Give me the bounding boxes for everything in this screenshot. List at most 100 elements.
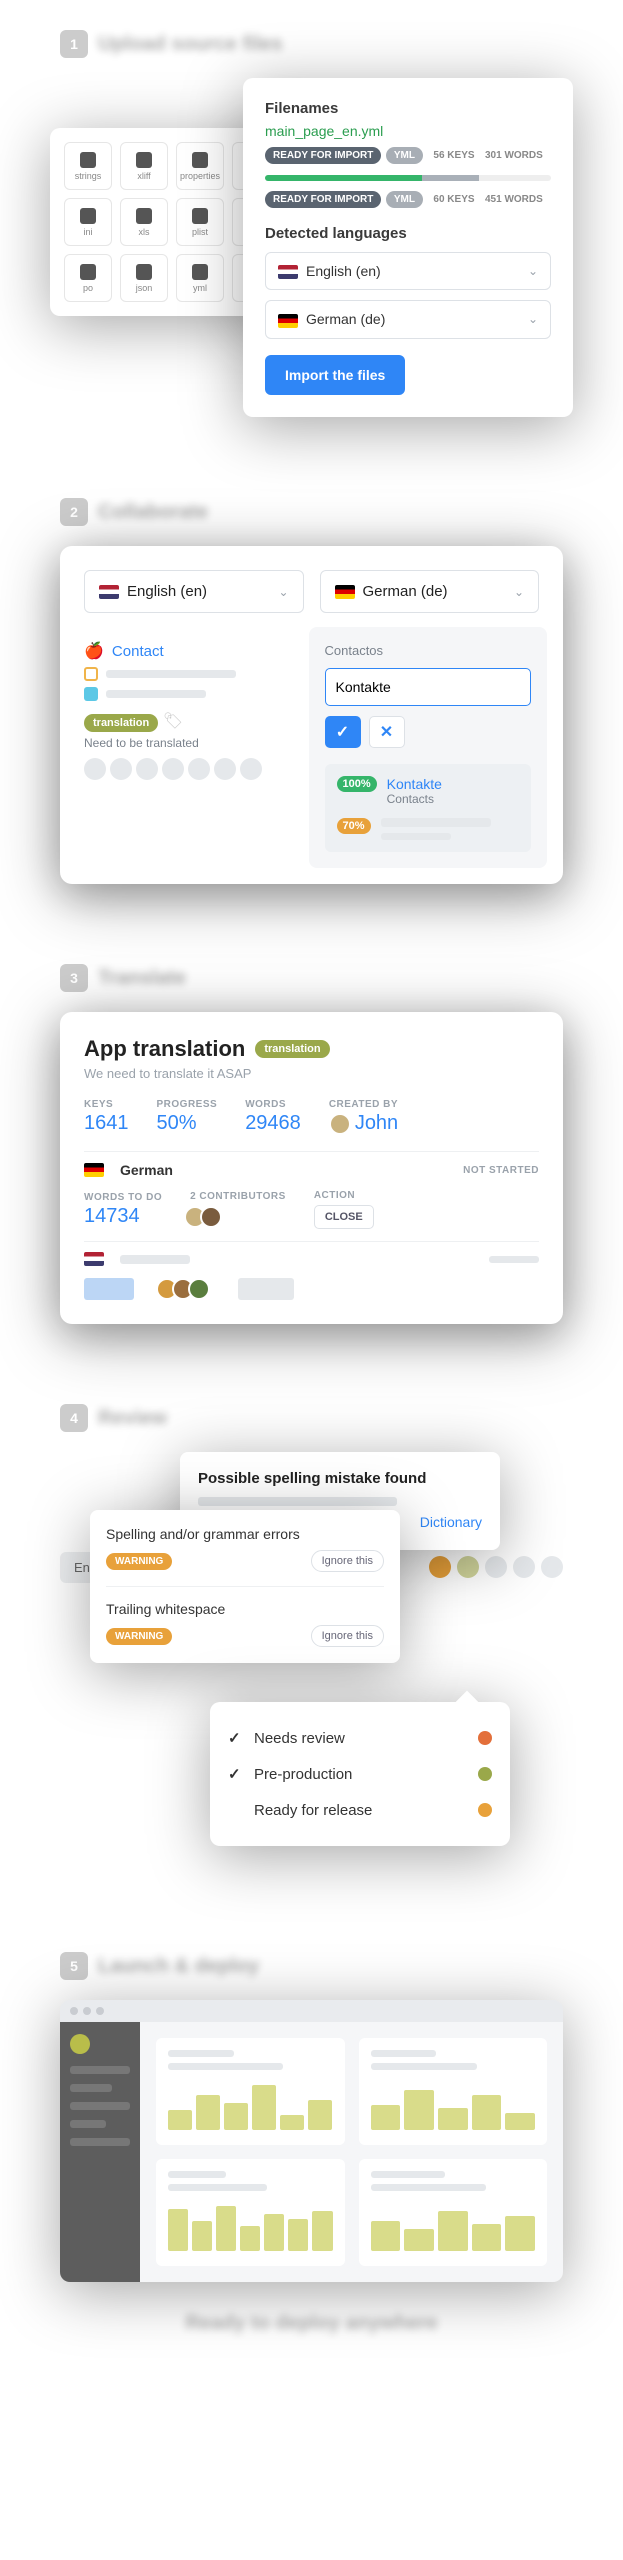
import-button[interactable]: Import the files <box>265 355 405 395</box>
words-count: 451 WORDS <box>485 194 543 205</box>
browser-sidebar <box>60 2022 140 2282</box>
suggestion-panel: 100% Kontakte Contacts 70% <box>325 764 532 852</box>
tool-icon[interactable] <box>240 758 262 780</box>
key-name[interactable]: Contact <box>112 643 164 660</box>
language-select-en[interactable]: English (en) ⌄ <box>265 252 551 290</box>
target-language-select[interactable]: German (de) ⌄ <box>320 570 540 613</box>
step-2-title: Collaborate <box>98 501 208 524</box>
popup-title: Possible spelling mistake found <box>198 1470 482 1487</box>
warning-text: Spelling and/or grammar errors <box>106 1526 384 1542</box>
ready-pill: READY FOR IMPORT <box>265 147 381 164</box>
status-dot-icon <box>478 1731 492 1745</box>
status-icon[interactable] <box>457 1556 479 1578</box>
stat-value: 50% <box>157 1112 218 1135</box>
words-count: 301 WORDS <box>485 150 543 161</box>
avatar <box>200 1206 222 1228</box>
step-3-number: 3 <box>60 964 88 992</box>
tool-icon[interactable] <box>188 758 210 780</box>
stat-label: ACTION <box>314 1190 374 1201</box>
flag-us-icon <box>278 265 298 279</box>
box-icon <box>84 667 98 681</box>
format-cell: properties <box>176 142 224 190</box>
status-label: NOT STARTED <box>463 1165 539 1176</box>
warning-badge: WARNING <box>106 1628 172 1645</box>
stat-label: KEYS <box>84 1099 129 1110</box>
format-cell: ini <box>64 198 112 246</box>
warning-text: Trailing whitespace <box>106 1601 384 1617</box>
review-option[interactable]: ✓Ready for release <box>228 1792 492 1828</box>
confirm-button[interactable]: ✓ <box>325 716 361 748</box>
format-cell: po <box>64 254 112 302</box>
keys-count: 56 KEYS <box>433 150 474 161</box>
step-3-title: Translate <box>98 967 186 990</box>
tool-icon[interactable] <box>110 758 132 780</box>
dictionary-link[interactable]: Dictionary <box>420 1514 482 1530</box>
source-text: Contactos <box>325 643 532 658</box>
translation-tag: translation <box>84 714 158 732</box>
task-title: App translation <box>84 1036 245 1062</box>
status-dot-icon <box>478 1803 492 1817</box>
format-cell: json <box>120 254 168 302</box>
keys-count: 60 KEYS <box>433 194 474 205</box>
editor-card: English (en) ⌄ German (de) ⌄ 🍎 Contact tr… <box>60 546 563 884</box>
check-icon: ✓ <box>228 1765 244 1783</box>
step-5-title: Launch & deploy <box>98 1955 259 1978</box>
flag-de-icon <box>335 585 355 599</box>
chevron-down-icon: ⌄ <box>514 585 524 599</box>
suggestion-text[interactable]: Kontakte <box>387 776 442 792</box>
tool-icon[interactable] <box>136 758 158 780</box>
filenames-heading: Filenames <box>265 100 551 117</box>
dashboard-card <box>359 2159 548 2266</box>
step-1-number: 1 <box>60 30 88 58</box>
stat-label: 2 CONTRIBUTORS <box>190 1191 286 1202</box>
browser-mock <box>60 2000 563 2282</box>
status-icon[interactable] <box>541 1556 563 1578</box>
cancel-button[interactable]: ✕ <box>369 716 405 748</box>
tool-icon[interactable] <box>84 758 106 780</box>
progress-bar <box>265 175 551 181</box>
ignore-button[interactable]: Ignore this <box>311 1550 384 1572</box>
detected-heading: Detected languages <box>265 225 551 242</box>
format-pill: YML <box>386 191 423 208</box>
status-dot-icon <box>478 1767 492 1781</box>
tool-icon[interactable] <box>214 758 236 780</box>
import-card: Filenames main_page_en.yml READY FOR IMP… <box>243 78 573 417</box>
review-option[interactable]: ✓Pre-production <box>228 1756 492 1792</box>
stat-label: PROGRESS <box>157 1099 218 1110</box>
format-pill: YML <box>386 147 423 164</box>
close-button[interactable]: CLOSE <box>314 1205 374 1229</box>
stat-label: WORDS <box>245 1099 301 1110</box>
browser-titlebar <box>60 2000 563 2022</box>
chevron-down-icon: ⌄ <box>528 264 538 278</box>
tool-icon[interactable] <box>162 758 184 780</box>
stat-value: 1641 <box>84 1112 129 1135</box>
stat-label: WORDS TO DO <box>84 1192 162 1203</box>
step-5-number: 5 <box>60 1952 88 1980</box>
dashboard-card <box>156 2159 345 2266</box>
format-cell: yml <box>176 254 224 302</box>
stat-value: 29468 <box>245 1112 301 1135</box>
avatar <box>329 1113 351 1135</box>
footer-text: Ready to deploy anywhere <box>60 2312 563 2335</box>
flag-de-icon <box>278 314 298 328</box>
avatar <box>188 1278 210 1300</box>
status-icon[interactable] <box>513 1556 535 1578</box>
status-icon[interactable] <box>485 1556 507 1578</box>
logo-icon <box>70 2034 90 2054</box>
review-option[interactable]: ✓Needs review <box>228 1720 492 1756</box>
chevron-down-icon: ⌄ <box>528 312 538 326</box>
warning-icon[interactable] <box>429 1556 451 1578</box>
ignore-button[interactable]: Ignore this <box>311 1625 384 1647</box>
source-language-select[interactable]: English (en) ⌄ <box>84 570 304 613</box>
match-percent: 100% <box>337 776 377 792</box>
warning-badge: WARNING <box>106 1553 172 1570</box>
format-cell: xls <box>120 198 168 246</box>
step-4-number: 4 <box>60 1404 88 1432</box>
review-status-popup: ✓Needs review ✓Pre-production ✓Ready for… <box>210 1702 510 1846</box>
translation-tag: translation <box>255 1040 329 1058</box>
dashboard-card <box>359 2038 548 2145</box>
stat-value: John <box>355 1112 398 1135</box>
translation-input[interactable] <box>325 668 532 706</box>
apple-icon: 🍎 <box>84 641 104 661</box>
language-select-de[interactable]: German (de) ⌄ <box>265 300 551 338</box>
